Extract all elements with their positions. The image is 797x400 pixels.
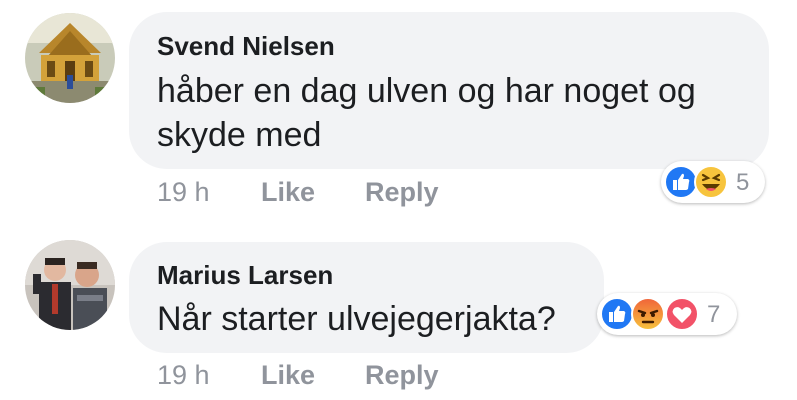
comment-author[interactable]: Svend Nielsen [157,31,335,62]
like-button[interactable]: Like [261,360,315,391]
avatar[interactable] [25,13,115,103]
people-photo-icon [25,240,115,330]
reactions-summary[interactable]: 7 [597,293,737,335]
reaction-count: 5 [736,169,750,196]
comment-timestamp[interactable]: 19 h [157,177,210,208]
like-reaction-icon [600,297,634,331]
love-reaction-icon [665,297,699,331]
comment-actions: 19 h Like Reply [157,177,487,209]
angry-reaction-icon [631,297,665,331]
comment-thread: Svend Nielsen håber en dag ulven og har … [0,0,797,400]
comment-timestamp[interactable]: 19 h [157,360,210,391]
like-button[interactable]: Like [261,177,315,208]
like-reaction-icon [664,165,698,199]
reply-button[interactable]: Reply [365,177,439,208]
comment-actions: 19 h Like Reply [157,360,487,392]
comment-text-line: Når starter ulvejegerjakta? [157,300,556,338]
comment-text-line: håber en dag ulven og har noget og [157,72,696,110]
comment-author[interactable]: Marius Larsen [157,260,333,291]
temple-photo-icon [25,13,115,103]
avatar[interactable] [25,240,115,330]
reaction-count: 7 [707,301,721,328]
reactions-summary[interactable]: 5 [661,161,765,203]
haha-reaction-icon [694,165,728,199]
reply-button[interactable]: Reply [365,360,439,391]
comment-text-line: skyde med [157,116,322,154]
